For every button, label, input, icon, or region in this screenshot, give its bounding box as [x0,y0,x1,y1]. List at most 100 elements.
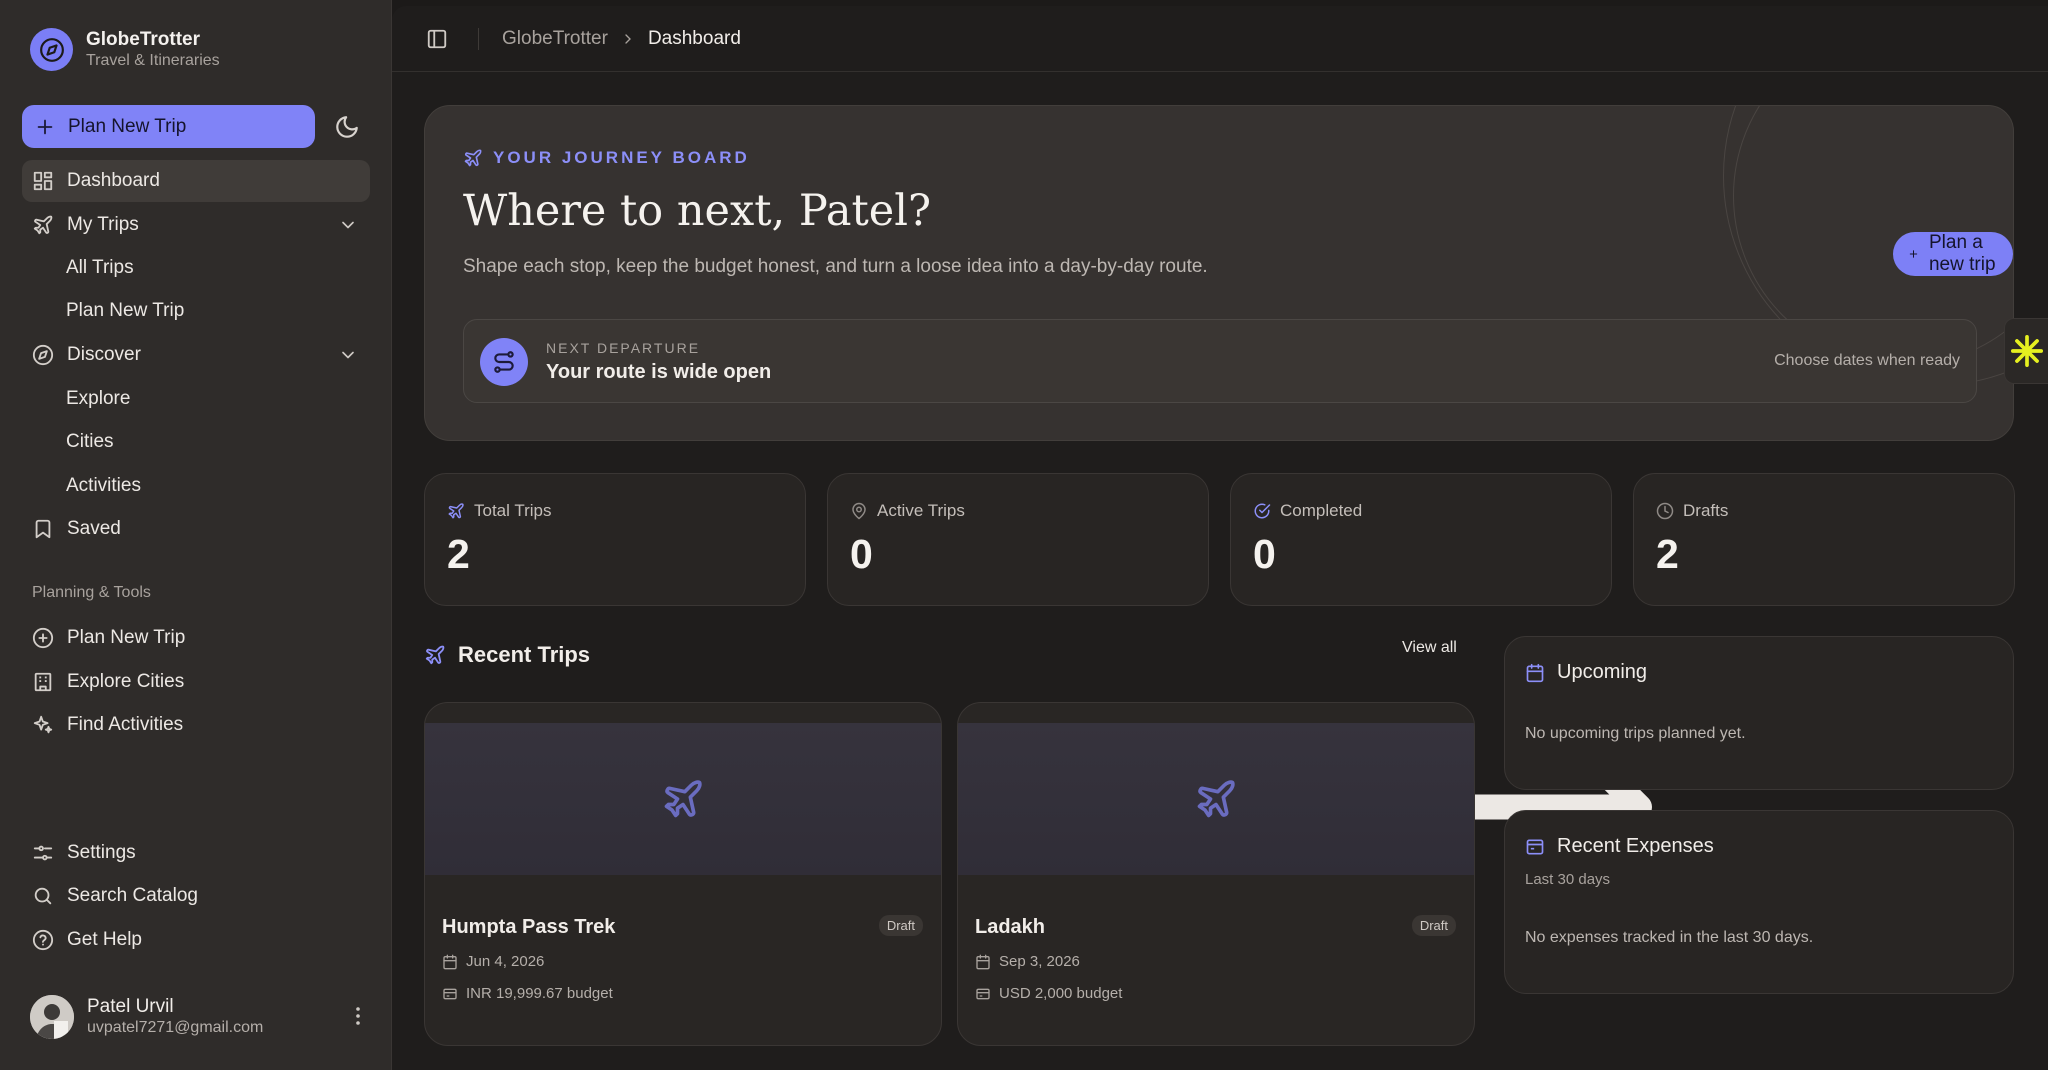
plus-icon [34,116,56,138]
sidebar: GlobeTrotter Travel & Itineraries Plan N… [0,0,392,1070]
sidebar-item-label: Plan New Trip [67,627,186,648]
sidebar-item-explore-cities[interactable]: Explore Cities [22,661,370,703]
sidebar-subitem-plan-new-trip[interactable]: Plan New Trip [56,292,356,330]
sidebar-item-settings[interactable]: Settings [22,832,370,874]
stat-card-active-trips: Active Trips 0 [827,473,1209,606]
calendar-icon [442,954,458,970]
sidebar-subitem-cities[interactable]: Cities [56,423,356,461]
trip-name: Ladakh [975,916,1046,938]
next-departure-card[interactable]: NEXT DEPARTURE Your route is wide open C… [463,319,1977,403]
trip-date: Jun 4, 2026 [442,953,544,970]
breadcrumb-current: Dashboard [647,28,741,49]
trip-budget-label: USD 2,000 budget [999,985,1123,1002]
brand-name: GlobeTrotter [86,28,201,50]
plan-a-new-trip-label: Plan a new trip [1928,232,1996,275]
sidebar-item-label: Settings [67,842,136,863]
sidebar-item-discover[interactable]: Discover [22,334,370,376]
avatar [30,995,74,1039]
chevron-down-icon[interactable] [338,345,358,365]
plane-icon [32,214,54,236]
sparkles-icon [32,714,54,736]
next-departure-title: Your route is wide open [546,361,772,383]
stat-label: Drafts [1683,501,1729,520]
stat-value: 2 [447,531,470,577]
recent-expenses-subtitle: Last 30 days [1525,871,1611,888]
sidebar-subitem-explore[interactable]: Explore [56,380,356,418]
topbar: GlobeTrotter Dashboard [392,6,2048,72]
stat-value: 2 [1656,531,1679,577]
trip-date-label: Jun 4, 2026 [466,953,545,970]
trip-date-label: Sep 3, 2026 [999,953,1080,970]
clock-icon [1656,502,1674,520]
plane-icon [1194,777,1238,821]
trip-budget-label: INR 19,999.67 budget [466,985,613,1002]
trip-cover [958,723,1474,875]
plan-a-new-trip-button[interactable]: Plan a new trip [1893,232,2013,276]
breadcrumb-root[interactable]: GlobeTrotter [502,28,608,50]
section-label-planning-tools: Planning & Tools [32,584,151,601]
sliders-icon [32,842,54,864]
trip-date: Sep 3, 2026 [975,953,1080,970]
calendar-icon [1525,663,1545,683]
more-vertical-icon[interactable] [346,1004,370,1028]
sidebar-toggle-icon[interactable] [426,28,448,50]
recent-trips-header: Recent Trips [424,642,590,668]
building-icon [32,671,54,693]
trip-budget: INR 19,999.67 budget [442,985,613,1002]
stat-label: Active Trips [877,501,965,520]
stat-label: Completed [1280,501,1363,520]
stat-card-total-trips: Total Trips 2 [424,473,806,606]
stat-card-completed: Completed 0 [1230,473,1612,606]
sidebar-subitem-all-trips[interactable]: All Trips [56,249,356,287]
sidebar-item-search-catalog[interactable]: Search Catalog [22,875,370,917]
plan-new-trip-button[interactable]: Plan New Trip [22,105,315,148]
status-badge: Draft [878,915,923,936]
trip-card[interactable]: Ladakh Draft Sep 3, 2026 USD 2,000 budge… [957,702,1475,1046]
user-profile[interactable]: Patel Urvil uvpatel7271@gmail.com [30,992,370,1042]
assistant-widget[interactable] [2004,318,2048,384]
upcoming-title: Upcoming [1557,661,1648,683]
recent-expenses-empty-text: No expenses tracked in the last 30 days. [1525,929,1814,946]
brand-subtitle: Travel & Itineraries [86,51,220,69]
sidebar-item-my-trips[interactable]: My Trips [22,204,370,246]
sparkles-plane-icon [463,148,483,168]
sidebar-item-find-activities[interactable]: Find Activities [22,704,370,746]
journey-board-hero: YOUR JOURNEY BOARD Where to next, Patel?… [424,105,2014,441]
sidebar-item-label: Get Help [67,929,142,950]
sidebar-item-label: Search Catalog [67,885,198,906]
hero-subtitle: Shape each stop, keep the budget honest,… [463,256,1208,277]
plus-icon [1908,244,1919,264]
brand[interactable]: GlobeTrotter Travel & Itineraries [30,28,220,71]
plan-new-trip-label: Plan New Trip [68,115,187,137]
chevron-right-icon [620,31,636,47]
receipt-icon [1525,837,1545,857]
sidebar-item-saved[interactable]: Saved [22,508,370,550]
compass-icon [32,344,54,366]
chevron-down-icon[interactable] [338,215,358,235]
user-name: Patel Urvil [87,996,174,1017]
plane-icon [424,644,446,666]
status-badge: Draft [1411,915,1456,936]
wallet-icon [442,986,458,1002]
sidebar-item-label: Discover [67,344,141,365]
main-content: GlobeTrotter Dashboard YOUR JOURNEY BOAR… [392,6,2048,1070]
trip-card[interactable]: Humpta Pass Trek Draft Jun 4, 2026 INR 1… [424,702,942,1046]
divider [478,28,479,50]
sidebar-item-label: Explore Cities [67,671,185,692]
trip-name: Humpta Pass Trek [442,916,616,938]
recent-expenses-title: Recent Expenses [1557,835,1714,857]
sidebar-item-plan-new-trip[interactable]: Plan New Trip [22,617,370,659]
plus-circle-icon [32,627,54,649]
hero-title: Where to next, Patel? [463,186,932,236]
sidebar-subitem-activities[interactable]: Activities [56,467,356,505]
sidebar-item-label: My Trips [67,214,139,235]
upcoming-card: Upcoming No upcoming trips planned yet. [1504,636,2014,790]
sidebar-item-dashboard[interactable]: Dashboard [22,160,370,202]
next-departure-eyebrow: NEXT DEPARTURE [546,340,701,356]
moon-icon[interactable] [334,114,360,140]
dashboard-icon [32,170,54,192]
help-icon [32,929,54,951]
sidebar-item-label: Saved [67,518,121,539]
recent-trips-title: Recent Trips [458,642,591,667]
sidebar-item-get-help[interactable]: Get Help [22,919,370,961]
